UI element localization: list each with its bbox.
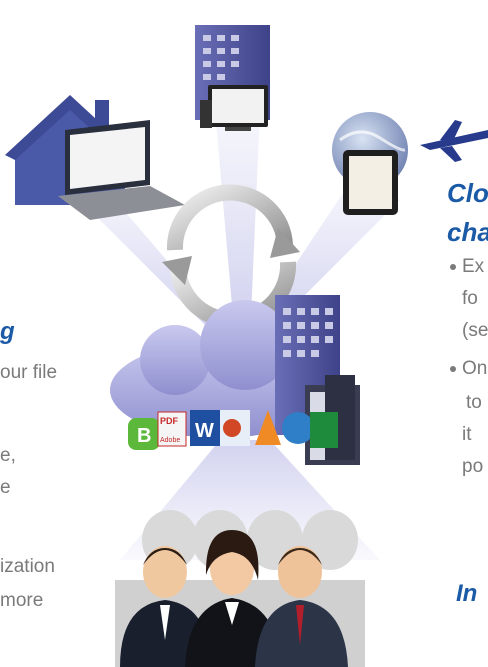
left-text-line-4: ization [0, 556, 55, 577]
bullet-1-dot [450, 264, 456, 270]
excel-icon [310, 412, 338, 448]
laptop-icon [58, 120, 185, 220]
bullet-2-line-1: On [462, 358, 488, 379]
bullet-2-dot [450, 366, 456, 372]
svg-text:Adobe: Adobe [160, 437, 180, 444]
left-text-line-2: e, [0, 445, 16, 466]
svg-text:W: W [195, 420, 214, 442]
bullet-2-line-2: to [466, 392, 482, 413]
left-text-line-5: more [0, 590, 44, 611]
bullet-1-line-3: (se [462, 320, 488, 341]
people-group-icon [115, 510, 365, 667]
left-text-line-1: our file [0, 362, 58, 383]
bullet-2-line-4: po [462, 456, 484, 477]
right-heading-line-2: cha [447, 217, 488, 247]
tablet-icon [343, 150, 398, 215]
airplane-icon [420, 120, 488, 162]
desktop-monitor-icon [200, 85, 268, 131]
bullet-1-line-2: fo [462, 288, 478, 309]
cloud-sync-illustration: B PDF Adobe W [5, 25, 488, 667]
left-heading-fragment: g [0, 318, 15, 345]
bullet-1-line-1: Ex [462, 256, 485, 277]
globe-network-icon [282, 412, 314, 444]
left-text-line-3: e [0, 477, 11, 498]
svg-text:PDF: PDF [160, 416, 179, 426]
bullet-2-line-3: it [462, 424, 472, 445]
right-footer-fragment: In [456, 580, 478, 607]
right-heading-line-1: Clo [447, 178, 488, 208]
svg-text:B: B [137, 425, 151, 447]
